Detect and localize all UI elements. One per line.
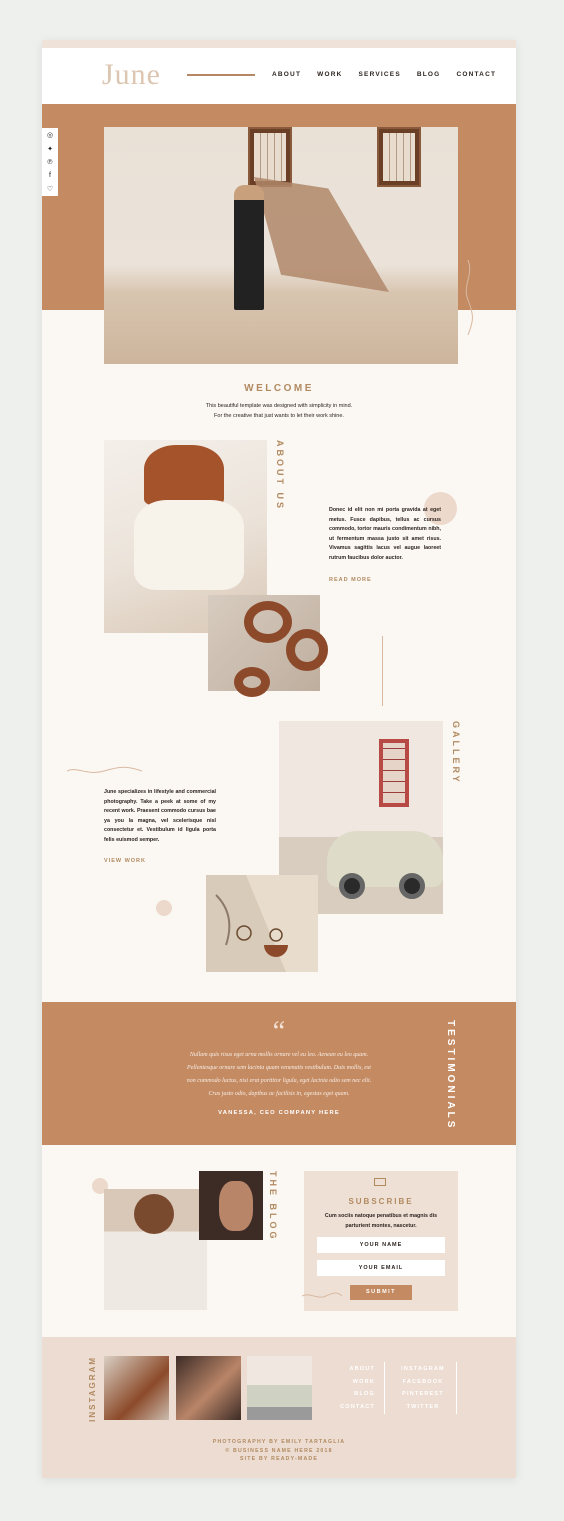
submit-button[interactable]: SUBMIT: [350, 1285, 412, 1300]
nav-services[interactable]: SERVICES: [359, 71, 401, 78]
view-work-link[interactable]: VIEW WORK: [104, 858, 146, 864]
instagram-photo-2[interactable]: [176, 1356, 241, 1420]
hero-scarf: [254, 177, 389, 292]
footer-link-facebook[interactable]: FACEBOOK: [403, 1379, 444, 1385]
credit-business: © BUSINESS NAME HERE 2018: [225, 1447, 333, 1454]
instagram-icon[interactable]: ◎: [47, 131, 53, 139]
website-mockup: June ABOUT WORK SERVICES BLOG CONTACT ◎ …: [42, 40, 516, 1478]
gallery-car: [327, 831, 443, 899]
blog-image-main: [104, 1189, 207, 1310]
footer-link-twitter[interactable]: TWITTER: [407, 1404, 440, 1410]
blog-portrait-face: [219, 1181, 253, 1231]
gallery-dot: [156, 900, 172, 916]
about-image-rings: [208, 595, 328, 697]
about-skirt-shape: [134, 500, 244, 590]
mail-icon: [374, 1178, 386, 1186]
instagram-title: INSTAGRAM: [88, 1356, 97, 1422]
twitter-icon[interactable]: ✦: [47, 145, 53, 153]
testimonial-line-3: non commodo luctus, nisi erat porttitor …: [186, 1078, 372, 1084]
welcome-line-1: This beautiful template was designed wit…: [205, 403, 353, 409]
hero-image: [104, 127, 458, 364]
about-ring-1: [244, 601, 292, 643]
header-top-strip: [42, 40, 516, 48]
about-top-shape: [144, 445, 224, 505]
gallery-image-earrings: [206, 875, 318, 972]
footer-links-left: ABOUT WORK BLOG CONTACT: [340, 1366, 375, 1410]
footer-divider-2: [456, 1362, 457, 1414]
subscribe-line-2: parturient montes, nascetur.: [345, 1222, 417, 1229]
footer-divider-1: [384, 1362, 385, 1414]
email-field[interactable]: YOUR EMAIL: [317, 1260, 445, 1276]
hero-squiggle: [465, 260, 473, 335]
about-title: ABOUT US: [275, 440, 285, 511]
nav-blog[interactable]: BLOG: [417, 71, 441, 78]
footer-link-contact[interactable]: CONTACT: [340, 1404, 375, 1410]
hero-model: [234, 185, 264, 310]
heart-icon[interactable]: ♡: [47, 185, 53, 193]
instagram-photo-1[interactable]: [104, 1356, 169, 1420]
car-wheel-front: [339, 873, 365, 899]
gallery-squiggle: [67, 766, 142, 773]
welcome-text: This beautiful template was designed wit…: [42, 401, 516, 421]
credit-site: SITE BY READY-MADE: [240, 1456, 318, 1462]
blog-squiggle: [302, 1292, 342, 1298]
credit-photography: PHOTOGRAPHY BY EMILY TARTAGLIA: [212, 1439, 346, 1445]
site-logo[interactable]: June: [102, 58, 161, 92]
testimonial-line-2: Pellentesque ornare sem lacinia quam ven…: [187, 1065, 371, 1071]
testimonial-line-1: Nullam quis risus eget urna mollis ornar…: [189, 1052, 369, 1058]
gallery-title: GALLERY: [451, 721, 461, 785]
subscribe-title: SUBSCRIBE: [348, 1197, 414, 1206]
read-more-link[interactable]: READ MORE: [329, 577, 372, 583]
footer-links-right: INSTAGRAM FACEBOOK PINTEREST TWITTER: [398, 1366, 448, 1410]
footer-link-work[interactable]: WORK: [353, 1379, 375, 1385]
testimonial-quote: Nullam quis risus eget urna mollis ornar…: [142, 1049, 416, 1101]
testimonial-line-4: Cras justo odio, dapibus ac facilisis in…: [208, 1091, 350, 1097]
hero-window-right: [377, 127, 421, 187]
testimonials-title: TESTIMONIALS: [445, 1020, 456, 1131]
welcome-line-2: For the creative that just wants to let …: [214, 413, 344, 419]
instagram-photo-3[interactable]: [247, 1356, 312, 1420]
nav-contact[interactable]: CONTACT: [456, 71, 496, 78]
footer-link-about[interactable]: ABOUT: [349, 1366, 375, 1372]
about-ring-2: [286, 629, 328, 671]
nav-work[interactable]: WORK: [317, 71, 342, 78]
gallery-text: June specializes in lifestyle and commer…: [104, 789, 216, 843]
nav-about[interactable]: ABOUT: [272, 71, 301, 78]
name-field[interactable]: YOUR NAME: [317, 1237, 445, 1253]
car-wheel-back: [399, 873, 425, 899]
about-text: Donec id elit non mi porta gravida at eg…: [329, 507, 441, 561]
section-divider-line: [382, 636, 383, 706]
pinterest-icon[interactable]: ℗: [47, 159, 52, 166]
footer-link-pinterest[interactable]: PINTEREST: [402, 1391, 444, 1397]
blog-model-hair: [134, 1194, 174, 1234]
blog-image-portrait: [199, 1171, 263, 1240]
footer-link-blog[interactable]: BLOG: [354, 1391, 375, 1397]
earrings-art: [206, 875, 288, 972]
main-nav: ABOUT WORK SERVICES BLOG CONTACT: [272, 71, 496, 78]
footer-link-instagram[interactable]: INSTAGRAM: [401, 1366, 445, 1372]
footer-credits: PHOTOGRAPHY BY EMILY TARTAGLIA © BUSINES…: [42, 1438, 516, 1464]
gallery-red-window: [379, 739, 409, 807]
facebook-icon[interactable]: f: [49, 172, 51, 179]
subscribe-text: Cum sociis natoque penatibus et magnis d…: [304, 1212, 458, 1231]
subscribe-line-1: Cum sociis natoque penatibus et magnis d…: [324, 1213, 438, 1219]
blog-title: THE BLOG: [268, 1171, 278, 1242]
welcome-title: WELCOME: [244, 383, 314, 394]
logo-divider: [187, 74, 255, 76]
social-sidebar: ◎ ✦ ℗ f ♡: [42, 128, 58, 196]
about-ring-3: [234, 667, 270, 697]
